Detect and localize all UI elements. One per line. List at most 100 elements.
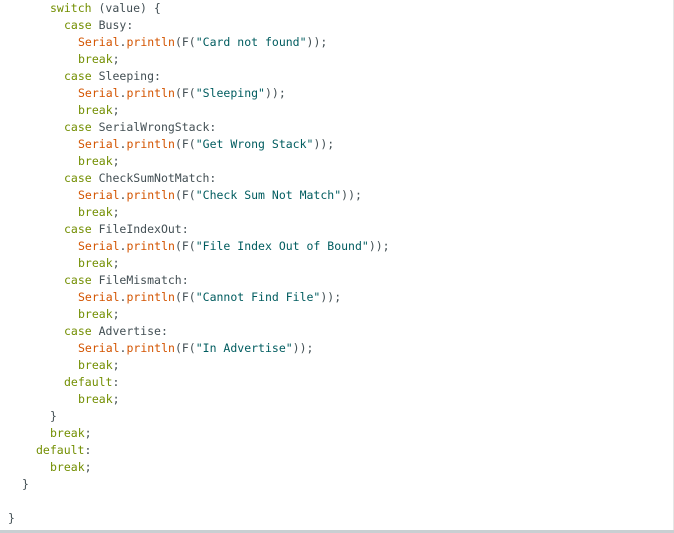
- code-token: ;: [112, 103, 120, 117]
- code-line[interactable]: }: [8, 510, 15, 527]
- function-token: Serial: [78, 35, 120, 49]
- code-token: Busy:: [91, 18, 134, 32]
- code-line[interactable]: default:: [36, 442, 91, 459]
- code-token: ));: [368, 239, 390, 253]
- code-token: ));: [341, 188, 362, 202]
- code-line[interactable]: break;: [78, 255, 120, 272]
- code-line[interactable]: break;: [78, 391, 120, 408]
- code-token: ;: [112, 392, 120, 406]
- code-line[interactable]: case Sleeping:: [64, 68, 161, 85]
- code-token: (value) {: [91, 1, 161, 15]
- string-token: "File Index Out of Bound": [195, 239, 369, 253]
- code-line[interactable]: Serial.println(F("Check Sum Not Match"))…: [78, 187, 362, 204]
- code-token: ;: [84, 460, 92, 474]
- code-line[interactable]: break;: [78, 306, 120, 323]
- function-token: Serial: [78, 290, 120, 304]
- code-token: SerialWrongStack:: [91, 120, 217, 134]
- code-line[interactable]: Serial.println(F("Get Wrong Stack"));: [78, 136, 334, 153]
- code-token: ;: [112, 52, 120, 66]
- code-token: ;: [112, 358, 120, 372]
- code-line[interactable]: case Busy:: [64, 17, 133, 34]
- function-token: Serial: [78, 188, 120, 202]
- function-token: println: [126, 137, 175, 151]
- function-token: Serial: [78, 239, 120, 253]
- code-line[interactable]: Serial.println(F("Sleeping"));: [78, 85, 286, 102]
- code-line[interactable]: Serial.println(F("Cannot Find File"));: [78, 289, 341, 306]
- function-token: Serial: [78, 341, 120, 355]
- code-line[interactable]: case SerialWrongStack:: [64, 119, 216, 136]
- code-line[interactable]: switch (value) {: [50, 0, 161, 17]
- keyword-token: break: [78, 52, 113, 66]
- keyword-token: case: [64, 171, 92, 185]
- function-token: println: [126, 239, 175, 253]
- code-line[interactable]: case FileMismatch:: [64, 272, 189, 289]
- code-line[interactable]: case CheckSumNotMatch:: [64, 170, 216, 187]
- code-token: FileMismatch:: [91, 273, 189, 287]
- function-token: Serial: [78, 137, 120, 151]
- string-token: "Get Wrong Stack": [195, 137, 314, 151]
- code-token: ));: [292, 341, 314, 355]
- code-token: ;: [84, 426, 92, 440]
- keyword-token: default: [64, 375, 113, 389]
- function-token: println: [126, 35, 175, 49]
- keyword-token: switch: [50, 1, 92, 15]
- function-token: println: [126, 290, 175, 304]
- code-line[interactable]: break;: [50, 459, 92, 476]
- function-token: println: [126, 188, 175, 202]
- code-token: ));: [306, 35, 328, 49]
- code-line[interactable]: break;: [78, 153, 120, 170]
- code-token: CheckSumNotMatch:: [91, 171, 217, 185]
- code-token: ;: [112, 307, 120, 321]
- code-token: }: [8, 511, 15, 525]
- code-line[interactable]: break;: [78, 357, 120, 374]
- keyword-token: break: [50, 460, 85, 474]
- string-token: "Sleeping": [195, 86, 265, 100]
- code-line[interactable]: default:: [64, 374, 119, 391]
- code-token: ));: [313, 137, 335, 151]
- code-line[interactable]: Serial.println(F("Card not found"));: [78, 34, 327, 51]
- code-token: (F(: [174, 35, 196, 49]
- function-token: Serial: [78, 86, 120, 100]
- code-token: Sleeping:: [91, 69, 161, 83]
- code-line[interactable]: Serial.println(F("File Index Out of Boun…: [78, 238, 390, 255]
- code-token: }: [22, 477, 29, 491]
- code-token: (F(: [174, 188, 196, 202]
- keyword-token: case: [64, 120, 92, 134]
- code-token: (F(: [174, 290, 196, 304]
- code-token: Advertise:: [91, 324, 168, 338]
- keyword-token: default: [36, 443, 85, 457]
- code-line[interactable]: Serial.println(F("In Advertise"));: [78, 340, 313, 357]
- code-line[interactable]: }: [22, 476, 29, 493]
- string-token: "Cannot Find File": [195, 290, 321, 304]
- keyword-token: case: [64, 273, 92, 287]
- code-line[interactable]: case FileIndexOut:: [64, 221, 189, 238]
- code-token: :: [112, 375, 120, 389]
- keyword-token: break: [78, 154, 113, 168]
- code-token: ;: [112, 256, 120, 270]
- code-line[interactable]: break;: [50, 425, 92, 442]
- code-line[interactable]: break;: [78, 204, 120, 221]
- code-token: (F(: [174, 239, 196, 253]
- code-token: }: [50, 409, 57, 423]
- code-line[interactable]: case Advertise:: [64, 323, 168, 340]
- keyword-token: case: [64, 69, 92, 83]
- code-token: (F(: [174, 86, 196, 100]
- code-token: (F(: [174, 137, 196, 151]
- keyword-token: break: [78, 358, 113, 372]
- code-editor[interactable]: switch (value) {case Busy: Serial.println…: [0, 0, 674, 533]
- keyword-token: case: [64, 18, 92, 32]
- string-token: "Check Sum Not Match": [195, 188, 342, 202]
- string-token: "In Advertise": [195, 341, 293, 355]
- keyword-token: case: [64, 324, 92, 338]
- keyword-token: case: [64, 222, 92, 236]
- string-token: "Card not found": [195, 35, 307, 49]
- keyword-token: break: [78, 256, 113, 270]
- code-line[interactable]: }: [50, 408, 57, 425]
- code-token: ));: [320, 290, 342, 304]
- code-line[interactable]: break;: [78, 51, 120, 68]
- code-token: :: [84, 443, 92, 457]
- code-token: ;: [112, 205, 120, 219]
- keyword-token: break: [78, 307, 113, 321]
- code-line[interactable]: break;: [78, 102, 120, 119]
- keyword-token: break: [50, 426, 85, 440]
